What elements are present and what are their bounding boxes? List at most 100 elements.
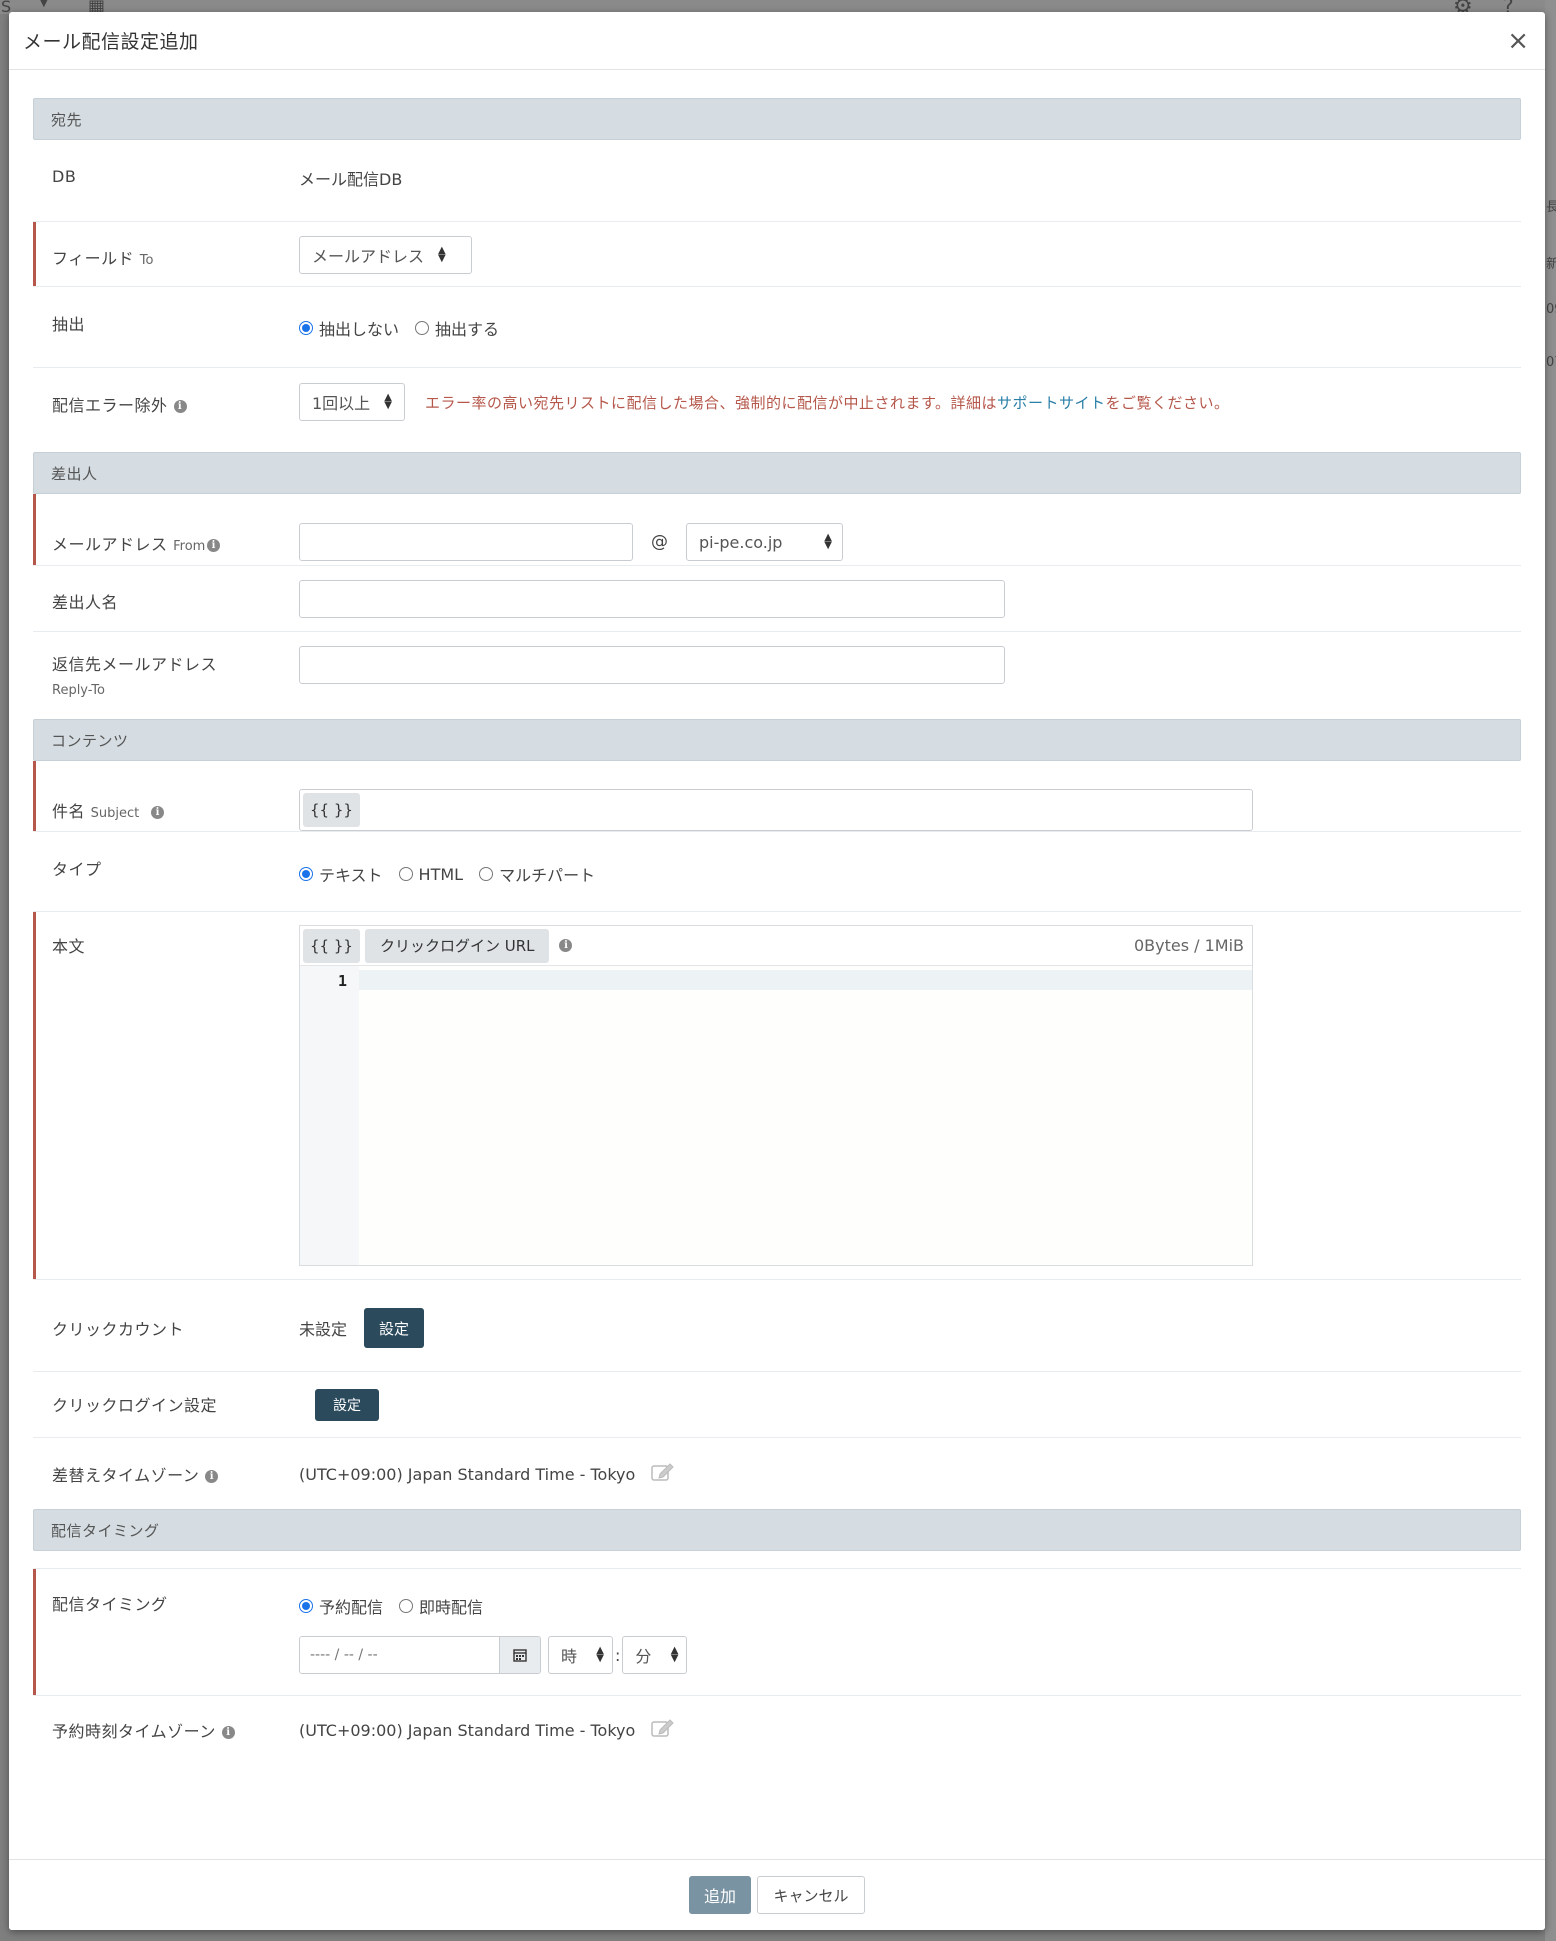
info-icon[interactable]: i (151, 806, 165, 819)
warning-text: エラー率の高い宛先リストに配信した場合、強制的に配信が中止されます。詳細は (425, 393, 998, 412)
backdrop-fragment: 新 (1546, 257, 1556, 272)
row-timing: 配信タイミング 予約配信 即時配信 ---- / -- / -- 時 ▲ ▼:… (33, 1568, 1521, 1696)
info-icon[interactable]: i (221, 1726, 235, 1739)
db-label: DB (52, 167, 77, 186)
radio-text-label: テキスト (319, 866, 383, 885)
editor-body[interactable]: 1 (300, 966, 1252, 1265)
select-arrows-icon: ▲ ▼ (596, 1645, 604, 1664)
timing-radio-group: 予約配信 即時配信 (299, 1594, 499, 1618)
click-login-url-button[interactable]: クリックログイン URL (364, 928, 550, 963)
row-reply-to: 返信先メールアドレス Reply-To (33, 632, 1521, 740)
radio-extract-label: 抽出する (435, 320, 500, 339)
close-icon[interactable]: × (1507, 28, 1529, 54)
backdrop-fragment: 長 (1546, 200, 1556, 215)
row-sender-name: 差出人名 (33, 566, 1521, 632)
from-email-label: メールアドレス From i (52, 523, 299, 555)
row-type: タイプ テキスト HTML マルチパート (33, 832, 1521, 912)
radio-multipart-label: マルチパート (499, 866, 596, 885)
from-email-input[interactable] (299, 523, 633, 561)
radio-type-multipart[interactable]: マルチパート (479, 862, 595, 886)
radio-circle[interactable] (398, 867, 413, 881)
select-arrows-icon: ▲ ▼ (670, 1645, 679, 1664)
backdrop-fragment: 07 (1546, 355, 1556, 370)
section-recipient: 宛先 (33, 98, 1521, 140)
date-input-group (299, 1636, 541, 1674)
radio-circle[interactable] (399, 1599, 414, 1613)
at-sign: @ (651, 532, 668, 552)
warning-suffix: をご覧ください。 (1105, 393, 1230, 412)
timing-label: 配信タイミング (52, 1595, 168, 1614)
field-to-label: フィールド To (52, 236, 299, 269)
body-editor[interactable]: {{ }} クリックログイン URL i 0Bytes / 1MiB 1 (299, 925, 1253, 1266)
radio-circle[interactable] (479, 867, 494, 881)
radio-extract[interactable]: 抽出する (415, 316, 499, 340)
replace-timezone-text: 差替えタイムゾーン (52, 1466, 200, 1485)
edit-icon[interactable] (651, 1718, 675, 1742)
radio-circle-checked[interactable] (299, 1599, 313, 1613)
error-select[interactable]: 1回以上 ▲ ▼ (299, 383, 405, 421)
editor-toolbar: {{ }} クリックログイン URL i 0Bytes / 1MiB (300, 926, 1252, 966)
click-login-label: クリックログイン設定 (52, 1396, 218, 1415)
reply-label-text: 返信先メールアドレス (52, 655, 218, 674)
radio-immediate[interactable]: 即時配信 (399, 1594, 483, 1618)
error-label: 配信エラー除外 i (52, 383, 299, 416)
radio-circle[interactable] (415, 321, 430, 335)
click-count-setting-button[interactable]: 設定 (364, 1308, 425, 1348)
scheduled-timezone-value: (UTC+09:00) Japan Standard Time - Tokyo (299, 1720, 636, 1740)
info-icon[interactable]: i (559, 939, 573, 952)
row-replace-timezone: 差替えタイムゾーン i (UTC+09:00) Japan Standard Ti… (33, 1438, 1521, 1509)
backdrop-fragment: 09 (1546, 302, 1556, 317)
modal-footer: 追加 キャンセル (9, 1859, 1545, 1930)
modal-header: メール配信設定追加 × (9, 12, 1545, 70)
modal-title: メール配信設定追加 (23, 31, 199, 53)
row-click-login: クリックログイン設定 設定 (33, 1372, 1521, 1438)
domain-select[interactable]: pi-pe.co.jp ▲ ▼ (686, 523, 843, 561)
scheduled-timezone-label: 予約時刻タイムゾーン i (52, 1718, 299, 1742)
sender-name-label: 差出人名 (52, 593, 119, 612)
field-to-select[interactable]: メールアドレス ▲ ▼ (299, 236, 472, 274)
replace-timezone-label: 差替えタイムゾーン i (52, 1462, 299, 1486)
domain-value: pi-pe.co.jp (699, 532, 783, 552)
scheduled-timezone-text: 予約時刻タイムゾーン (52, 1722, 216, 1741)
radio-circle-checked[interactable] (299, 867, 313, 881)
row-db: DB メール配信DB (33, 140, 1521, 222)
subject-input[interactable]: {{ }} (299, 789, 1253, 831)
row-extract: 抽出 抽出しない 抽出する (33, 287, 1521, 368)
select-arrows-icon: ▲ ▼ (384, 392, 392, 411)
minute-select[interactable]: 分 ▲ ▼ (622, 1636, 688, 1674)
time-colon: : (615, 1645, 621, 1665)
row-click-count: クリックカウント 未設定 設定 (33, 1280, 1521, 1372)
reply-to-input[interactable] (299, 646, 1005, 684)
info-icon[interactable]: i (173, 400, 187, 413)
select-arrows-icon: ▲ ▼ (438, 245, 446, 264)
subject-braces-button[interactable]: {{ }} (303, 793, 360, 827)
subject-label-text: 件名 (52, 802, 86, 821)
code-area[interactable] (359, 966, 1252, 1265)
add-button[interactable]: 追加 (689, 1876, 751, 1914)
radio-circle-checked[interactable] (299, 321, 313, 335)
radio-type-text[interactable]: テキスト (299, 862, 383, 886)
row-subject: 件名 Subject i {{ }} (33, 761, 1521, 832)
error-label-text: 配信エラー除外 (52, 396, 168, 415)
click-login-setting-button[interactable]: 設定 (315, 1389, 379, 1421)
mail-settings-modal: メール配信設定追加 × 宛先 DB メール配信DB フィールド To メールアド… (9, 12, 1545, 1930)
cancel-button[interactable]: キャンセル (757, 1876, 865, 1914)
calendar-icon[interactable] (499, 1637, 540, 1673)
support-site-link[interactable]: サポートサイト (997, 394, 1106, 412)
row-from-email: メールアドレス From i @ pi-pe.co.jp ▲ ▼ (33, 494, 1521, 566)
click-count-value: 未設定 (299, 1320, 348, 1339)
info-icon[interactable]: i (207, 539, 221, 552)
info-icon[interactable]: i (205, 1470, 219, 1483)
edit-icon[interactable] (651, 1462, 675, 1486)
from-label-text: メールアドレス (52, 535, 168, 554)
body-braces-button[interactable]: {{ }} (303, 928, 360, 963)
date-input[interactable] (300, 1637, 499, 1673)
db-value: メール配信DB (299, 170, 403, 189)
hour-select[interactable]: 時 ▲ ▼ (548, 1636, 613, 1674)
radio-type-html[interactable]: HTML (398, 865, 463, 884)
radio-scheduled-label: 予約配信 (319, 1598, 384, 1617)
radio-no-extract[interactable]: 抽出しない (299, 316, 399, 340)
radio-scheduled[interactable]: 予約配信 (299, 1594, 383, 1618)
sender-name-input[interactable] (299, 580, 1005, 618)
backdrop-right (1545, 0, 1556, 1941)
